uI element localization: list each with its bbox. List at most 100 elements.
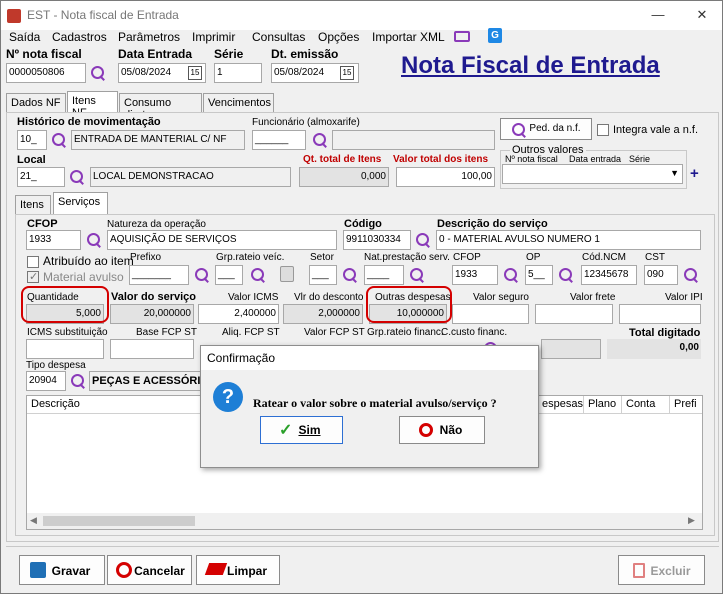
- data-entrada-label: Data Entrada: [118, 47, 193, 61]
- trash-icon: [633, 563, 645, 578]
- cancelar-label: Cancelar: [134, 564, 185, 578]
- search-icon[interactable]: [86, 232, 102, 248]
- dialog-yes-button[interactable]: ✓ Sim: [260, 416, 343, 444]
- search-icon[interactable]: [250, 267, 266, 283]
- cst-input[interactable]: 090: [644, 265, 678, 285]
- grid-col-conta[interactable]: Conta: [621, 396, 659, 413]
- close-button[interactable]: ✕: [691, 5, 713, 25]
- menu-bar: Saída Cadastros Parâmetros Imprimir Cons…: [1, 28, 722, 48]
- base-fcp-label: Base FCP ST: [136, 327, 197, 338]
- add-icon[interactable]: +: [690, 165, 699, 182]
- highlight-quantidade: [21, 286, 109, 323]
- scroll-right-icon[interactable]: ▶: [688, 515, 695, 526]
- minimize-button[interactable]: —: [647, 5, 669, 25]
- grp-rateio-input[interactable]: ___: [215, 265, 243, 285]
- grid-col-despesas[interactable]: espesas: [537, 396, 587, 413]
- grp-rateio-label: Grp.rateio veíc.: [216, 252, 285, 263]
- horizontal-scrollbar[interactable]: ◀ ▶: [27, 513, 702, 529]
- menu-opcoes[interactable]: Opções: [318, 30, 359, 44]
- natureza-field[interactable]: AQUISIÇÃO DE SERVIÇOS: [107, 230, 337, 250]
- integra-vale-checkbox[interactable]: [597, 124, 609, 136]
- vlr-desconto-field[interactable]: 2,000000: [283, 304, 363, 324]
- nat-prest-input[interactable]: ____: [364, 265, 404, 285]
- tipo-despesa-code-input[interactable]: 20904: [26, 371, 66, 391]
- cfop2-input[interactable]: 1933: [452, 265, 498, 285]
- valor-servico-field[interactable]: 20,000000: [110, 304, 194, 324]
- search-icon: [511, 122, 527, 138]
- search-icon[interactable]: [503, 267, 519, 283]
- search-icon[interactable]: [194, 267, 210, 283]
- valor-icms-field[interactable]: 2,400000: [198, 304, 279, 324]
- grid-col-descricao[interactable]: Descrição: [27, 396, 84, 413]
- search-icon[interactable]: [415, 232, 431, 248]
- icms-subst-field[interactable]: [26, 339, 104, 359]
- menu-imprimir[interactable]: Imprimir: [192, 30, 235, 44]
- base-fcp-field[interactable]: [110, 339, 194, 359]
- gravar-button[interactable]: Gravar: [19, 555, 105, 585]
- op-input[interactable]: 5__: [525, 265, 553, 285]
- tab-consumo-direto[interactable]: Consumo direto: [119, 93, 202, 121]
- scroll-left-icon[interactable]: ◀: [30, 515, 37, 526]
- subtab-servicos[interactable]: Serviços: [53, 192, 108, 214]
- main-window: EST - Nota fiscal de Entrada — ✕ Saída C…: [0, 0, 723, 594]
- menu-cadastros[interactable]: Cadastros: [52, 30, 107, 44]
- setor-input[interactable]: ___: [309, 265, 337, 285]
- cod-ncm-input[interactable]: 12345678: [581, 265, 637, 285]
- valor-frete-label: Valor frete: [570, 292, 616, 303]
- tab-vencimentos[interactable]: Vencimentos: [203, 93, 274, 113]
- g-app-icon[interactable]: G: [488, 28, 502, 43]
- valor-ipi-field[interactable]: [619, 304, 701, 324]
- aliq-fcp-label: Aliq. FCP ST: [222, 327, 280, 338]
- search-icon[interactable]: [69, 169, 85, 185]
- valor-frete-field[interactable]: [535, 304, 613, 324]
- cfop-input[interactable]: 1933: [26, 230, 81, 250]
- menu-saida[interactable]: Saída: [9, 30, 40, 44]
- monitor-icon[interactable]: [454, 31, 470, 42]
- grid-col-plano[interactable]: Plano: [583, 396, 620, 413]
- prefixo-input[interactable]: _______: [129, 265, 189, 285]
- cfop2-label: CFOP: [453, 252, 481, 263]
- historico-code-input[interactable]: 10_: [17, 130, 47, 150]
- menu-parametros[interactable]: Parâmetros: [118, 30, 180, 44]
- funcionario-code-input[interactable]: ______: [252, 130, 306, 150]
- search-icon[interactable]: [90, 65, 106, 81]
- outros-valores-select[interactable]: ▼: [502, 164, 683, 184]
- atribuido-checkbox[interactable]: [27, 256, 39, 268]
- dialog-no-button[interactable]: Não: [399, 416, 485, 444]
- yes-label: Sim: [298, 423, 321, 437]
- ped-nf-button[interactable]: Ped. da n.f.: [500, 118, 592, 140]
- confirm-dialog: Confirmação ? Ratear o valor sobre o mat…: [200, 345, 539, 468]
- valor-seguro-field[interactable]: [452, 304, 529, 324]
- codigo-input[interactable]: 9911030334: [343, 230, 411, 250]
- search-icon[interactable]: [683, 267, 699, 283]
- search-icon[interactable]: [312, 132, 328, 148]
- grid-col-prefixo[interactable]: Prefi: [669, 396, 701, 413]
- descricao-field[interactable]: 0 - MATERIAL AVULSO NUMERO 1: [436, 230, 701, 250]
- search-icon[interactable]: [70, 373, 86, 389]
- menu-importar-xml[interactable]: Importar XML: [372, 30, 445, 44]
- tab-itens-nf[interactable]: Itens NF: [67, 91, 118, 119]
- valor-ipi-label: Valor IPI: [665, 292, 703, 303]
- subtab-itens[interactable]: Itens: [15, 195, 51, 215]
- search-icon[interactable]: [558, 267, 574, 283]
- material-avulso-checkbox[interactable]: [27, 270, 39, 283]
- link-icon[interactable]: [280, 266, 294, 282]
- scroll-thumb[interactable]: [43, 516, 195, 526]
- total-digitado-field: 0,00: [607, 339, 701, 359]
- calendar-icon[interactable]: 15: [340, 66, 354, 80]
- title-bar: EST - Nota fiscal de Entrada — ✕: [1, 1, 722, 30]
- menu-consultas[interactable]: Consultas: [252, 30, 305, 44]
- limpar-button[interactable]: Limpar: [196, 555, 280, 585]
- search-icon[interactable]: [342, 267, 358, 283]
- ped-nf-label: Ped. da n.f.: [529, 123, 581, 134]
- local-code-input[interactable]: 21_: [17, 167, 65, 187]
- cancelar-button[interactable]: Cancelar: [107, 555, 192, 585]
- nf-number-input[interactable]: 0000050806: [6, 63, 86, 83]
- tab-dados-nf[interactable]: Dados NF: [6, 93, 66, 113]
- codigo-label: Código: [344, 218, 382, 230]
- search-icon[interactable]: [409, 267, 425, 283]
- calendar-icon[interactable]: 15: [188, 66, 202, 80]
- excluir-button[interactable]: Excluir: [618, 555, 705, 585]
- search-icon[interactable]: [51, 132, 67, 148]
- serie-input[interactable]: 1: [214, 63, 262, 83]
